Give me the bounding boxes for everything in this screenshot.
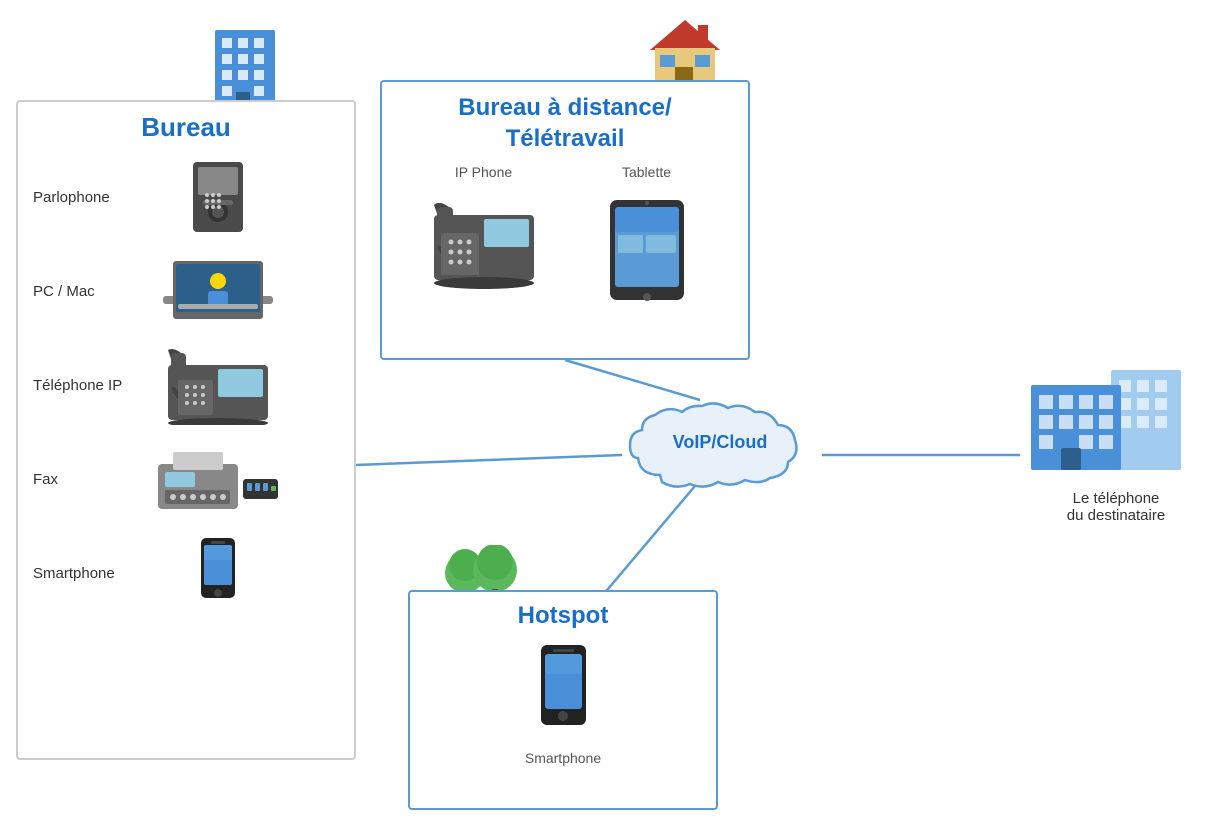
smartphone-label: Smartphone bbox=[33, 565, 143, 582]
remote-title: Bureau à distance/Télétravail bbox=[402, 92, 728, 154]
bureau-title: Bureau bbox=[33, 112, 339, 143]
hotspot-box: Hotspot Smartphone bbox=[408, 590, 718, 810]
hotspot-items: Smartphone bbox=[430, 640, 696, 766]
parlophone-label: Parlophone bbox=[33, 189, 143, 206]
bureau-item-telephone-ip: Téléphone IP bbox=[33, 345, 339, 425]
pc-icon bbox=[153, 251, 283, 331]
bureau-item-parlophone: Parlophone bbox=[33, 157, 339, 237]
tablette-label: Tablette bbox=[622, 164, 671, 180]
ipphone-icon bbox=[424, 185, 544, 315]
fax-label: Fax bbox=[33, 471, 143, 488]
remote-item-ipphone: IP Phone bbox=[424, 164, 544, 315]
bureau-item-smartphone: Smartphone bbox=[33, 533, 339, 613]
telephone-ip-label: Téléphone IP bbox=[33, 377, 143, 394]
hotspot-title: Hotspot bbox=[430, 602, 696, 630]
voip-cloud: VoIP/Cloud bbox=[620, 390, 820, 510]
svg-text:VoIP/Cloud: VoIP/Cloud bbox=[673, 432, 768, 452]
hotspot-smartphone-label: Smartphone bbox=[525, 750, 601, 766]
tablette-icon bbox=[587, 185, 707, 315]
destination-box: Le téléphonedu destinataire bbox=[1016, 350, 1216, 524]
telephone-ip-icon bbox=[153, 345, 283, 425]
hotspot-item-smartphone: Smartphone bbox=[525, 640, 601, 766]
fax-icon bbox=[153, 439, 283, 519]
remote-box: Bureau à distance/Télétravail IP Phone bbox=[380, 80, 750, 360]
bureau-item-fax: Fax bbox=[33, 439, 339, 519]
remote-items: IP Phone bbox=[402, 164, 728, 315]
ipphone-label: IP Phone bbox=[455, 164, 512, 180]
hotspot-smartphone-icon bbox=[531, 640, 596, 745]
bureau-box: Bureau Parlophone bbox=[16, 100, 356, 760]
smartphone-icon bbox=[153, 533, 283, 613]
remote-item-tablette: Tablette bbox=[587, 164, 707, 315]
pc-label: PC / Mac bbox=[33, 283, 143, 300]
destination-label: Le téléphonedu destinataire bbox=[1067, 490, 1165, 524]
bureau-item-pc: PC / Mac bbox=[33, 251, 339, 331]
parlophone-icon bbox=[153, 157, 283, 237]
